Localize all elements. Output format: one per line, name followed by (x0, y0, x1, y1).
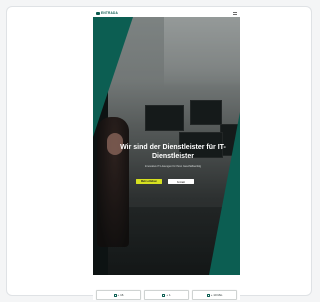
tile-icon (206, 293, 210, 297)
hero-secondary-button[interactable]: Kontakt (168, 179, 194, 184)
hero-headline: Wir sind der Dienstleister für IT-Dienst… (120, 144, 226, 160)
stat-tile[interactable]: + 16 (96, 290, 141, 300)
hero-subline: Innovative IT-Lösungen für Ihren Geschäf… (144, 165, 202, 168)
hero-primary-button[interactable]: Mehr erfahren (136, 179, 162, 184)
top-navigation-bar: ENTRADA (93, 9, 240, 17)
stat-tile-label: + 10 Mio (210, 293, 223, 297)
hero-section: Wir sind der Dienstleister für IT-Dienst… (93, 17, 240, 275)
logo-text: ENTRADA (101, 11, 118, 15)
logo-mark-icon (96, 11, 100, 15)
tile-icon (113, 293, 117, 297)
stat-tile-label: + 1 (166, 293, 171, 297)
hamburger-menu-icon[interactable] (233, 11, 237, 15)
brand-logo[interactable]: ENTRADA (96, 11, 118, 15)
stat-tile-label: + 16 (117, 293, 124, 297)
stat-tile[interactable]: + 10 Mio (192, 290, 237, 300)
tile-icon (162, 293, 166, 297)
mobile-page-preview: ENTRADA Wir sind der Dienstleister für I… (93, 9, 240, 300)
stats-tiles: + 16 + 1 + 10 Mio (96, 290, 237, 300)
stat-tile[interactable]: + 1 (144, 290, 189, 300)
